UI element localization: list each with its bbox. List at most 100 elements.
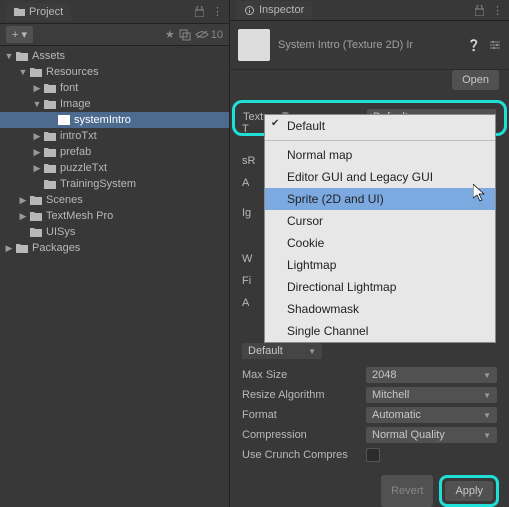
menu-item-editorgui[interactable]: Editor GUI and Legacy GUI [265,166,495,188]
menu-icon[interactable]: ⋮ [492,4,503,17]
chevron-down-icon[interactable]: ▼ [4,51,14,61]
visibility-icon[interactable]: 10 [195,29,223,41]
compression-dropdown[interactable]: Normal Quality▼ [366,427,497,443]
project-header: Project ⋮ [0,0,229,24]
inspector-header: Inspector ⋮ [230,0,509,21]
chevron-down-icon: ▼ [483,371,491,380]
crunch-row: Use Crunch Compres [230,445,509,465]
project-tree: ▼Assets ▼Resources ▶font ▼Image systemIn… [0,46,229,507]
chevron-down-icon: ▼ [483,431,491,440]
chevron-right-icon[interactable]: ▶ [18,195,28,206]
resizealg-dropdown[interactable]: Mitchell▼ [366,387,497,403]
lock-icon[interactable] [475,5,484,16]
revert-button[interactable]: Revert [381,475,433,507]
tree-assets[interactable]: ▼Assets [0,48,229,64]
folder-icon [44,179,56,189]
hidden-labels: T sR A Ig W Fi A [242,118,255,314]
folder-icon [16,243,28,253]
crunch-checkbox[interactable] [366,448,380,462]
folder-icon [44,147,56,157]
inspector-asset-header: System Intro (Texture 2D) Ir ❔ [230,21,509,70]
maxsize-row: Max Size 2048▼ [230,365,509,385]
tree-resources[interactable]: ▼Resources [0,64,229,80]
tree-font[interactable]: ▶font [0,80,229,96]
tree-textmesh[interactable]: ▶TextMesh Pro [0,208,229,224]
settings-icon[interactable] [489,39,501,51]
compression-label: Compression [242,429,360,441]
compression-row: Compression Normal Quality▼ [230,425,509,445]
check-icon: ✔ [271,118,279,129]
help-icon[interactable]: ❔ [467,39,481,52]
inspector-tab-label: Inspector [259,4,304,16]
maxsize-dropdown[interactable]: 2048▼ [366,367,497,383]
bottom-buttons: Revert Apply [230,465,509,507]
menu-separator [265,140,495,141]
folder-icon [44,99,56,109]
menu-item-shadowmask[interactable]: Shadowmask [265,298,495,320]
inspector-panel: Inspector ⋮ System Intro (Texture 2D) Ir… [230,0,509,507]
layers-icon[interactable] [179,29,191,41]
project-header-icons: ⋮ [195,5,223,18]
chevron-down-icon: ▼ [483,391,491,400]
project-tab[interactable]: Project [6,3,71,21]
resizealg-row: Resize Algorithm Mitchell▼ [230,385,509,405]
format-label: Format [242,409,360,421]
tree-introtxt[interactable]: ▶introTxt [0,128,229,144]
inspector-icon [244,5,255,16]
asset-thumbnail [238,29,270,61]
folder-icon [30,195,42,205]
favorite-icon[interactable]: ★ [165,28,175,41]
tree-puzzletxt[interactable]: ▶puzzleTxt [0,160,229,176]
chevron-down-icon: ▼ [483,411,491,420]
chevron-down-icon[interactable]: ▼ [32,99,42,109]
tree-systemintro[interactable]: systemIntro [0,112,229,128]
chevron-down-icon[interactable]: ▼ [18,67,28,77]
format-row: Format Automatic▼ [230,405,509,425]
crunch-label: Use Crunch Compres [242,449,360,461]
menu-item-default[interactable]: ✔Default [265,115,495,137]
platform-tab-default[interactable]: Default ▼ [242,343,322,359]
menu-item-sprite[interactable]: Sprite (2D and UI) [265,188,495,210]
inspector-header-icons: ⋮ [475,4,503,17]
chevron-right-icon[interactable]: ▶ [18,211,28,222]
add-button[interactable]: + ▾ [6,26,33,43]
tree-prefab[interactable]: ▶prefab [0,144,229,160]
tree-image[interactable]: ▼Image [0,96,229,112]
folder-icon [14,7,25,16]
texture-type-menu: ✔Default Normal map Editor GUI and Legac… [264,114,496,343]
resizealg-label: Resize Algorithm [242,389,360,401]
lock-icon[interactable] [195,6,204,17]
folder-icon [16,51,28,61]
menu-item-cursor[interactable]: Cursor [265,210,495,232]
folder-icon [44,163,56,173]
chevron-right-icon[interactable]: ▶ [32,83,42,94]
menu-item-normalmap[interactable]: Normal map [265,144,495,166]
asset-title: System Intro (Texture 2D) Ir [278,39,459,51]
open-button[interactable]: Open [452,70,499,90]
platform-section: Default ▼ Max Size 2048▼ Resize Algorith… [230,337,509,465]
chevron-right-icon[interactable]: ▶ [32,163,42,174]
folder-icon [44,131,56,141]
project-tab-label: Project [29,6,63,18]
folder-icon [30,227,42,237]
chevron-right-icon[interactable]: ▶ [32,147,42,158]
tree-uisys[interactable]: UISys [0,224,229,240]
inspector-tab[interactable]: Inspector [236,1,312,19]
chevron-down-icon: ▼ [308,347,316,356]
apply-button[interactable]: Apply [445,481,493,501]
apply-highlight: Apply [439,475,499,507]
tree-trainingsystem[interactable]: TrainingSystem [0,176,229,192]
folder-icon [44,83,56,93]
menu-icon[interactable]: ⋮ [212,5,223,18]
folder-icon [30,67,42,77]
tree-scenes[interactable]: ▶Scenes [0,192,229,208]
format-dropdown[interactable]: Automatic▼ [366,407,497,423]
tree-packages[interactable]: ▶Packages [0,240,229,256]
project-toolbar: + ▾ ★ 10 [0,24,229,46]
chevron-right-icon[interactable]: ▶ [32,131,42,142]
menu-item-cookie[interactable]: Cookie [265,232,495,254]
menu-item-single[interactable]: Single Channel [265,320,495,342]
menu-item-lightmap[interactable]: Lightmap [265,254,495,276]
menu-item-dirlightmap[interactable]: Directional Lightmap [265,276,495,298]
chevron-right-icon[interactable]: ▶ [4,243,14,254]
